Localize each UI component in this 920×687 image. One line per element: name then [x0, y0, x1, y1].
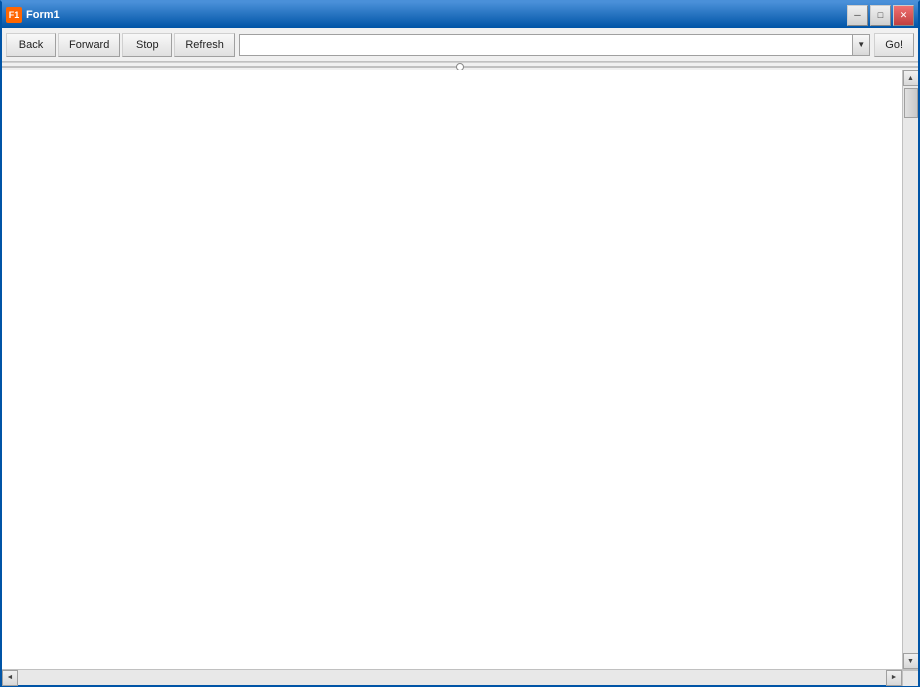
app-icon: F1 [6, 7, 22, 23]
main-window: F1 Form1 ─ □ ✕ Back Forward Stop Refresh… [0, 0, 920, 687]
stop-button[interactable]: Stop [122, 33, 172, 57]
url-dropdown-button[interactable]: ▼ [852, 34, 870, 56]
browser-content[interactable] [2, 70, 902, 669]
scrollbar-corner [902, 670, 918, 686]
scroll-track-vertical[interactable] [903, 86, 918, 653]
scroll-down-button[interactable]: ▼ [903, 653, 919, 669]
refresh-button[interactable]: Refresh [174, 33, 235, 57]
scroll-track-horizontal[interactable] [18, 670, 886, 685]
back-button[interactable]: Back [6, 33, 56, 57]
title-bar-left: F1 Form1 [6, 7, 60, 23]
window-title: Form1 [26, 9, 60, 21]
horizontal-scrollbar: ◄ ► [2, 669, 918, 685]
go-button[interactable]: Go! [874, 33, 914, 57]
maximize-button[interactable]: □ [870, 5, 891, 26]
url-input[interactable] [239, 34, 852, 56]
title-bar: F1 Form1 ─ □ ✕ [2, 2, 918, 28]
minimize-button[interactable]: ─ [847, 5, 868, 26]
progress-track [2, 66, 918, 68]
scroll-thumb-vertical[interactable] [904, 88, 918, 118]
content-area: ▲ ▼ [2, 70, 918, 669]
progress-container [2, 62, 918, 70]
scroll-up-button[interactable]: ▲ [903, 70, 919, 86]
title-bar-buttons: ─ □ ✕ [847, 5, 914, 26]
scroll-right-button[interactable]: ► [886, 670, 902, 686]
scroll-left-button[interactable]: ◄ [2, 670, 18, 686]
app-icon-label: F1 [9, 10, 20, 20]
forward-button[interactable]: Forward [58, 33, 120, 57]
url-container: ▼ [239, 34, 870, 56]
vertical-scrollbar: ▲ ▼ [902, 70, 918, 669]
close-button[interactable]: ✕ [893, 5, 914, 26]
toolbar: Back Forward Stop Refresh ▼ Go! [2, 28, 918, 62]
